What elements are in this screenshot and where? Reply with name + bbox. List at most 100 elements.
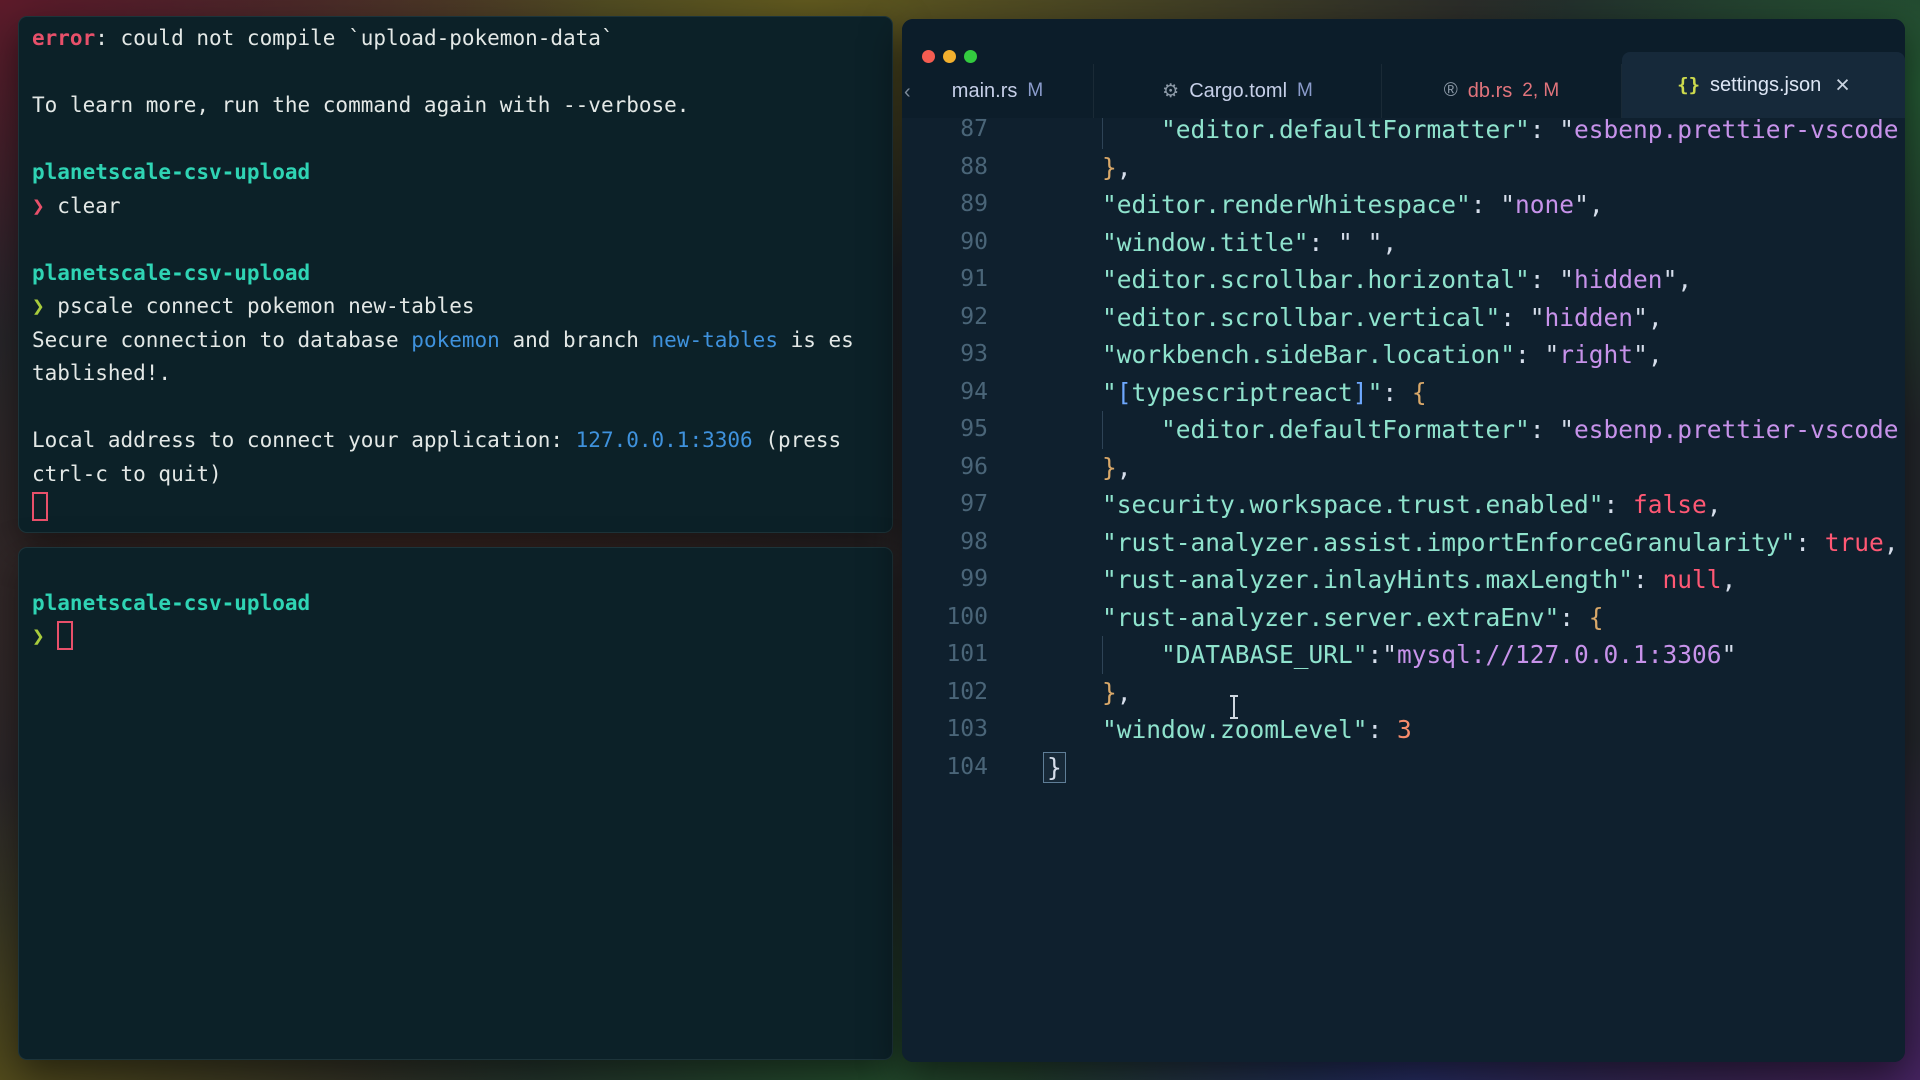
- traffic-lights: [922, 50, 977, 63]
- line-number: 103: [920, 711, 988, 749]
- code-text: },: [1043, 449, 1132, 487]
- line-number: 99: [920, 561, 988, 599]
- gear-icon: ⚙: [1162, 80, 1179, 103]
- line-number: 101: [920, 636, 988, 674]
- line-number: 89: [920, 186, 988, 224]
- code-rows: 87 "editor.defaultFormatter": "esbenp.pre…: [902, 118, 1905, 786]
- code-text: "[typescriptreact]": {: [1043, 374, 1427, 412]
- terminal-line: Local address to connect your applicatio…: [32, 424, 892, 458]
- code-line-100: 100 "rust-analyzer.server.extraEnv": {: [902, 599, 1905, 637]
- code-line-89: 89 "editor.renderWhitespace": "none",: [902, 186, 1905, 224]
- line-number: 91: [920, 261, 988, 299]
- tab-label: main.rs: [952, 80, 1018, 103]
- terminal-line: To learn more, run the command again wit…: [32, 89, 892, 123]
- code-line-103: 103"window.zoomLevel": 3: [902, 711, 1905, 749]
- code-line-88: 88},: [902, 149, 1905, 187]
- code-text: }: [1043, 749, 1066, 787]
- title-bar[interactable]: ‹ main.rsM⚙Cargo.tomlM®db.rs2, M{}settin…: [902, 19, 1905, 118]
- line-number: 90: [920, 224, 988, 262]
- code-text: },: [1043, 149, 1132, 187]
- code-text: "rust-analyzer.assist.importEnforceGranu…: [1043, 524, 1899, 562]
- tab-bar: main.rs M ⚙ Cargo.toml M ® db.rs 2, M {} settings…: [902, 64, 1905, 118]
- code-text: "rust-analyzer.inlayHints.maxLength": nu…: [1043, 561, 1736, 599]
- terminal-line: ❯ clear: [32, 190, 892, 224]
- terminal-line: [32, 123, 892, 157]
- terminal-line: planetscale-csv-upload: [32, 257, 892, 291]
- terminal-cursor: [32, 492, 48, 521]
- code-text: "editor.defaultFormatter": "esbenp.prett…: [1043, 118, 1899, 149]
- code-line-94: 94 "[typescriptreact]": {: [902, 374, 1905, 412]
- close-button[interactable]: [922, 50, 935, 63]
- terminal-line: planetscale-csv-upload: [32, 156, 892, 190]
- terminal-line: planetscale-csv-upload: [32, 587, 892, 621]
- code-line-101: 101 "DATABASE_URL":"mysql://127.0.0.1:330…: [902, 636, 1905, 674]
- code-line-95: 95 "editor.defaultFormatter": "esbenp.pre…: [902, 411, 1905, 449]
- tab-db-rs[interactable]: ® db.rs 2, M: [1382, 64, 1622, 118]
- code-line-93: 93 "workbench.sideBar.location": "right",: [902, 336, 1905, 374]
- code-line-96: 96},: [902, 449, 1905, 487]
- code-text: "editor.scrollbar.horizontal": "hidden",: [1043, 261, 1692, 299]
- code-text: "security.workspace.trust.enabled": fals…: [1043, 486, 1722, 524]
- code-line-102: 102},: [902, 674, 1905, 712]
- zoom-button[interactable]: [964, 50, 977, 63]
- modified-badge: 2, M: [1522, 80, 1559, 102]
- line-number: 93: [920, 336, 988, 374]
- code-text: "editor.renderWhitespace": "none",: [1043, 186, 1604, 224]
- terminal-line: Secure connection to database pokemon an…: [32, 324, 892, 358]
- line-number: 87: [920, 118, 988, 149]
- tab-label: Cargo.toml: [1189, 80, 1287, 103]
- code-line-87: 87 "editor.defaultFormatter": "esbenp.pre…: [902, 118, 1905, 149]
- code-line-97: 97 "security.workspace.trust.enabled": fa…: [902, 486, 1905, 524]
- terminal-line: ❯: [32, 620, 892, 654]
- code-line-90: 90 "window.title": " ",: [902, 224, 1905, 262]
- tab-label: settings.json: [1710, 74, 1821, 97]
- terminal-pane-top[interactable]: error: could not compile `upload-pokemon…: [18, 16, 893, 533]
- tab-cargo-toml[interactable]: ⚙ Cargo.toml M: [1094, 64, 1382, 118]
- line-number: 95: [920, 411, 988, 449]
- code-text: },: [1043, 674, 1132, 712]
- tab-label: db.rs: [1468, 80, 1512, 103]
- terminal-pane-bottom[interactable]: planetscale-csv-upload❯: [18, 547, 893, 1060]
- code-text: "rust-analyzer.server.extraEnv": {: [1043, 599, 1604, 637]
- terminal-line: ctrl-c to quit): [32, 458, 892, 492]
- text-ibeam-cursor: [1228, 695, 1240, 719]
- editor-area[interactable]: 87 "editor.defaultFormatter": "esbenp.pre…: [902, 118, 1905, 1062]
- line-number: 96: [920, 449, 988, 487]
- line-number: 97: [920, 486, 988, 524]
- terminal-line: tablished!.: [32, 357, 892, 391]
- code-text: "DATABASE_URL":"mysql://127.0.0.1:3306": [1043, 636, 1736, 674]
- rust-icon: ®: [1444, 80, 1458, 102]
- line-number: 104: [920, 749, 988, 787]
- modified-badge: M: [1027, 80, 1043, 102]
- line-number: 100: [920, 599, 988, 637]
- code-text: "editor.defaultFormatter": "esbenp.prett…: [1043, 411, 1899, 449]
- code-text: "editor.scrollbar.vertical": "hidden",: [1043, 299, 1663, 337]
- code-text: "workbench.sideBar.location": "right",: [1043, 336, 1663, 374]
- code-line-99: 99 "rust-analyzer.inlayHints.maxLength": …: [902, 561, 1905, 599]
- code-line-92: 92 "editor.scrollbar.vertical": "hidden",: [902, 299, 1905, 337]
- terminal-line: error: could not compile `upload-pokemon…: [32, 22, 892, 56]
- terminal-line: [32, 491, 892, 525]
- line-number: 94: [920, 374, 988, 412]
- vscode-window: ‹ main.rsM⚙Cargo.tomlM®db.rs2, M{}settin…: [902, 19, 1905, 1062]
- line-number: 98: [920, 524, 988, 562]
- terminal-line: [32, 391, 892, 425]
- code-line-98: 98 "rust-analyzer.assist.importEnforceGra…: [902, 524, 1905, 562]
- line-number: 102: [920, 674, 988, 712]
- code-line-91: 91 "editor.scrollbar.horizontal": "hidden…: [902, 261, 1905, 299]
- terminal-line: ❯ pscale connect pokemon new-tables: [32, 290, 892, 324]
- code-text: "window.title": " ",: [1043, 224, 1397, 262]
- code-line-104: 104}: [902, 749, 1905, 787]
- tab-main-rs[interactable]: main.rs M: [902, 64, 1094, 118]
- terminal-line: [32, 56, 892, 90]
- line-number: 88: [920, 149, 988, 187]
- terminal-line: [32, 223, 892, 257]
- tab-settings-json[interactable]: {} settings.json ×: [1622, 52, 1905, 118]
- braces-icon: {}: [1677, 74, 1700, 96]
- minimize-button[interactable]: [943, 50, 956, 63]
- line-number: 92: [920, 299, 988, 337]
- terminal-line: [32, 553, 892, 587]
- close-tab-icon[interactable]: ×: [1835, 75, 1850, 95]
- terminal-cursor: [57, 621, 73, 650]
- modified-badge: M: [1297, 80, 1313, 102]
